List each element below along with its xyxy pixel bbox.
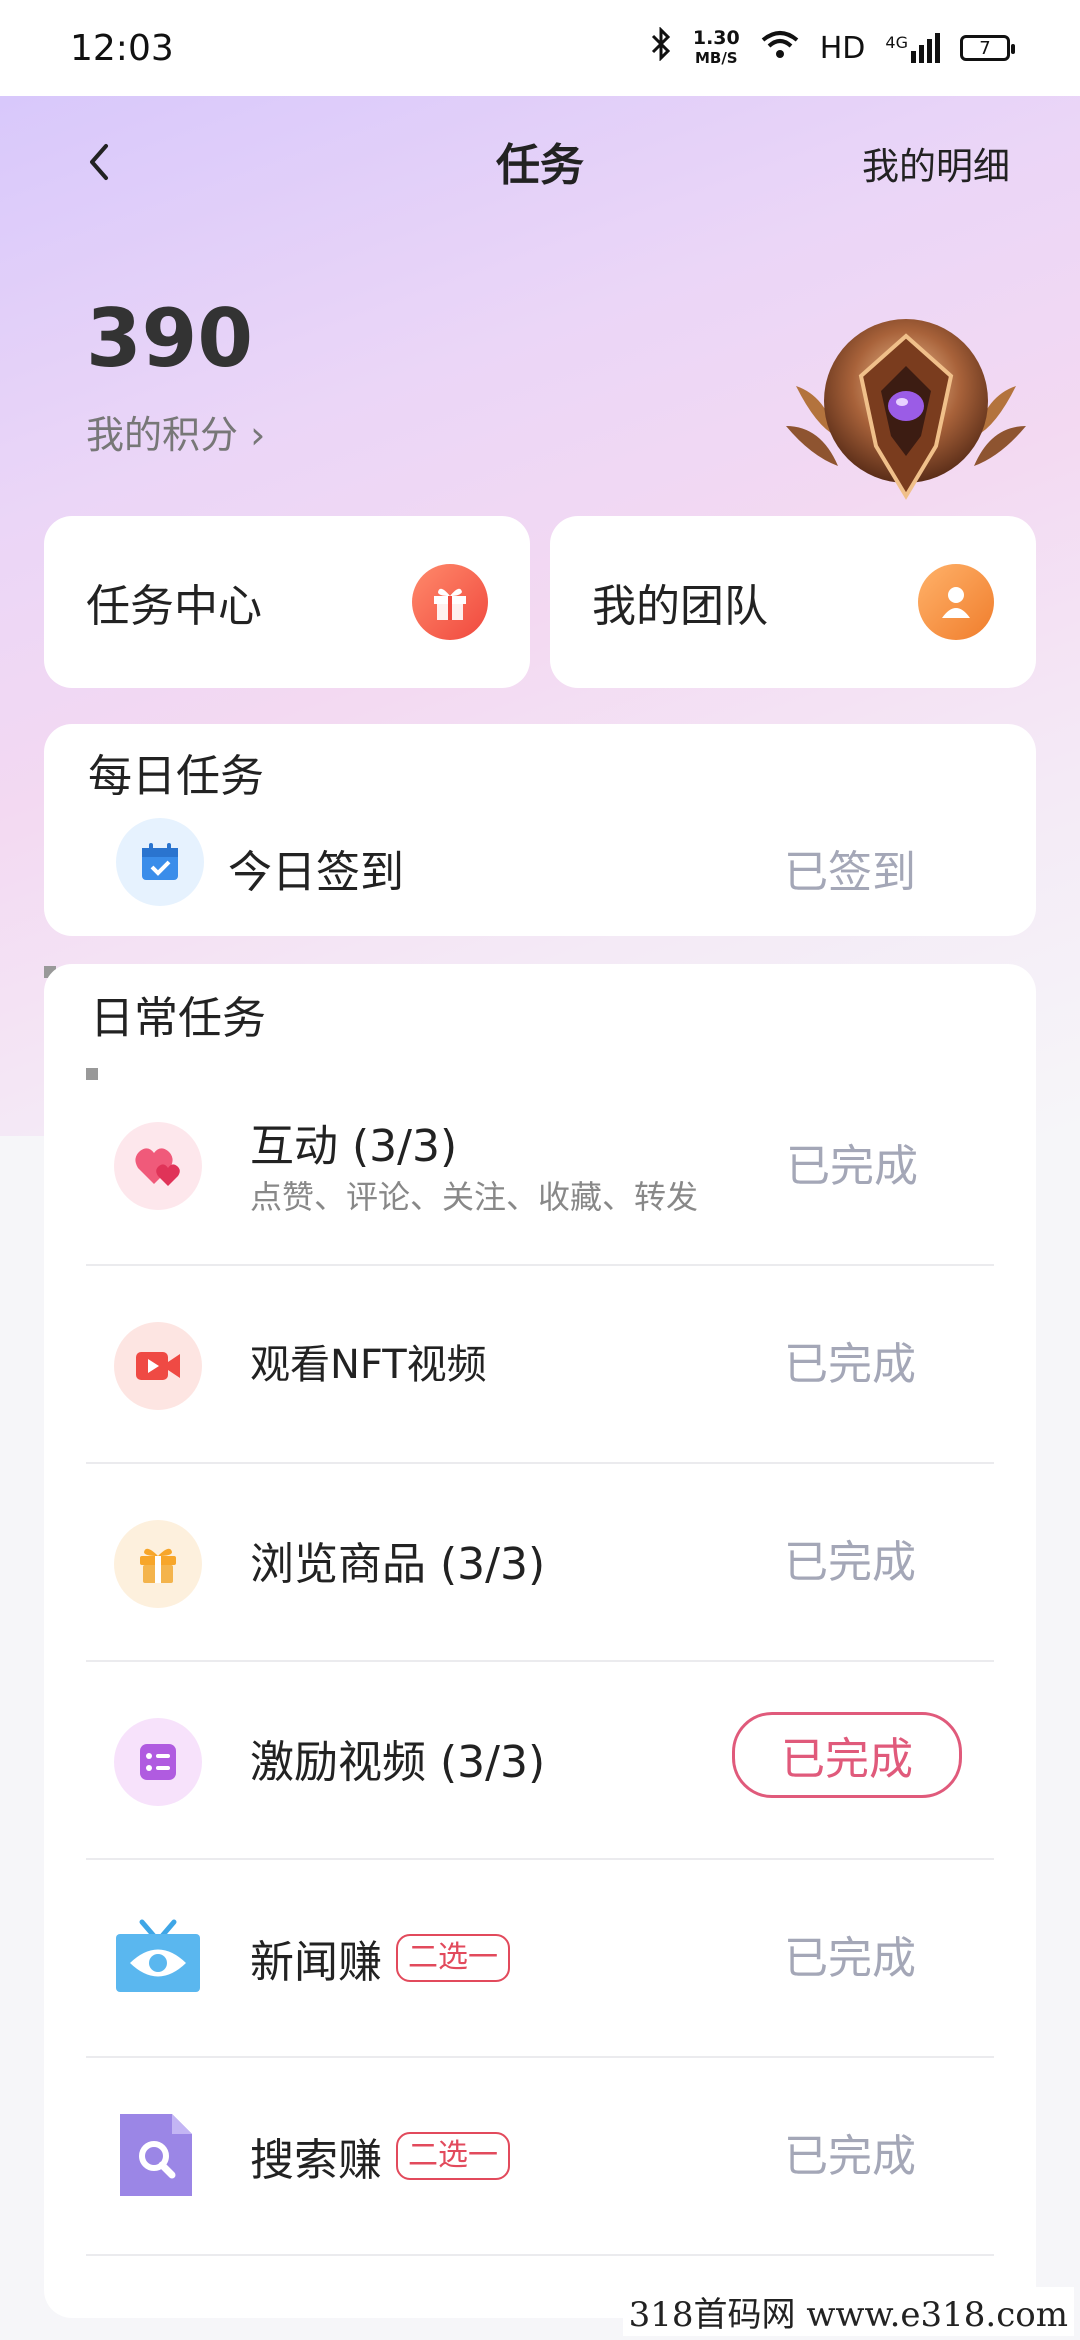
hd-label: HD (819, 30, 866, 66)
task-row-browse: 浏览商品 (3/3) 已完成 (44, 1464, 1036, 1662)
daily-tasks-section: 每日任务 今日签到 已签到 (44, 724, 1036, 936)
battery-icon: 7 (960, 35, 1015, 61)
points-label-link[interactable]: 我的积分 › (86, 404, 265, 459)
wifi-icon (760, 29, 800, 67)
nav-header: 任务 我的明细 (0, 96, 1080, 226)
choose-one-tag: 二选一 (396, 1934, 510, 1982)
task-row-reward-video: 激励视频 (3/3) 已完成 (44, 1662, 1036, 1860)
task-row-news: 新闻赚 二选一 已完成 (44, 1860, 1036, 2058)
watermark: 318首码网 www.e318.com (622, 2287, 1074, 2336)
gift-icon (114, 1520, 202, 1608)
task-name: 观看NFT视频 (250, 1342, 487, 1388)
task-name: 互动 (3/3) (250, 1121, 458, 1172)
regular-section-title: 日常任务 (90, 993, 266, 1044)
user-icon (918, 564, 994, 640)
task-status[interactable]: 已完成 (784, 2120, 916, 2184)
my-team-label: 我的团队 (592, 581, 768, 632)
regular-tasks-section: 日常任务 互动 (3/3) 点赞、评论、关注、收藏、转发 已完成 观看NFT视频… (44, 964, 1036, 2318)
task-center-label: 任务中心 (86, 581, 262, 632)
task-status[interactable]: 已完成 (784, 1328, 916, 1392)
signal-icon: 4G (885, 33, 940, 63)
status-icons: 1.30 MB/S HD 4G 7 (649, 26, 1015, 69)
task-subtitle: 点赞、评论、关注、收藏、转发 (250, 1178, 699, 1216)
status-time: 12:03 (70, 27, 174, 69)
search-doc-icon (116, 2110, 196, 2200)
status-bar: 12:03 1.30 MB/S HD 4G 7 (0, 0, 1080, 96)
task-status[interactable]: 已完成 (784, 1526, 916, 1590)
task-center-card[interactable]: 任务中心 (44, 516, 530, 688)
task-status[interactable]: 已完成 (784, 1922, 916, 1986)
my-team-card[interactable]: 我的团队 (550, 516, 1036, 688)
back-icon[interactable] (80, 132, 120, 192)
network-speed: 1.30 MB/S (692, 27, 740, 67)
my-detail-link[interactable]: 我的明细 (862, 136, 1010, 190)
rank-medal-icon (776, 306, 1036, 506)
task-status[interactable]: 已完成 (786, 1130, 918, 1194)
task-name: 搜索赚 (250, 2135, 382, 2186)
tv-eye-icon (112, 1906, 204, 2002)
daily-task-name: 今日签到 (228, 847, 404, 898)
list-icon (114, 1718, 202, 1806)
points-value: 390 (86, 292, 253, 385)
daily-task-status[interactable]: 已签到 (784, 836, 916, 900)
task-row-search: 搜索赚 二选一 已完成 (44, 2058, 1036, 2256)
daily-section-title: 每日任务 (88, 751, 264, 802)
page-title: 任务 (496, 140, 584, 191)
task-name: 浏览商品 (3/3) (250, 1539, 546, 1590)
heart-icon (114, 1122, 202, 1210)
bluetooth-icon (649, 26, 673, 69)
task-row-nft-video: 观看NFT视频 已完成 (44, 1266, 1036, 1464)
gift-icon (412, 564, 488, 640)
choose-one-tag: 二选一 (396, 2132, 510, 2180)
task-row-interact: 互动 (3/3) 点赞、评论、关注、收藏、转发 已完成 (44, 1068, 1036, 1266)
task-name: 激励视频 (3/3) (250, 1737, 546, 1788)
task-status-button[interactable]: 已完成 (732, 1712, 962, 1798)
task-name-with-tag: 搜索赚 二选一 (250, 2124, 510, 2188)
divider (86, 2254, 994, 2256)
task-name-with-tag: 新闻赚 二选一 (250, 1926, 510, 1990)
task-name: 新闻赚 (250, 1937, 382, 1988)
video-icon (114, 1322, 202, 1410)
calendar-icon (116, 818, 204, 906)
